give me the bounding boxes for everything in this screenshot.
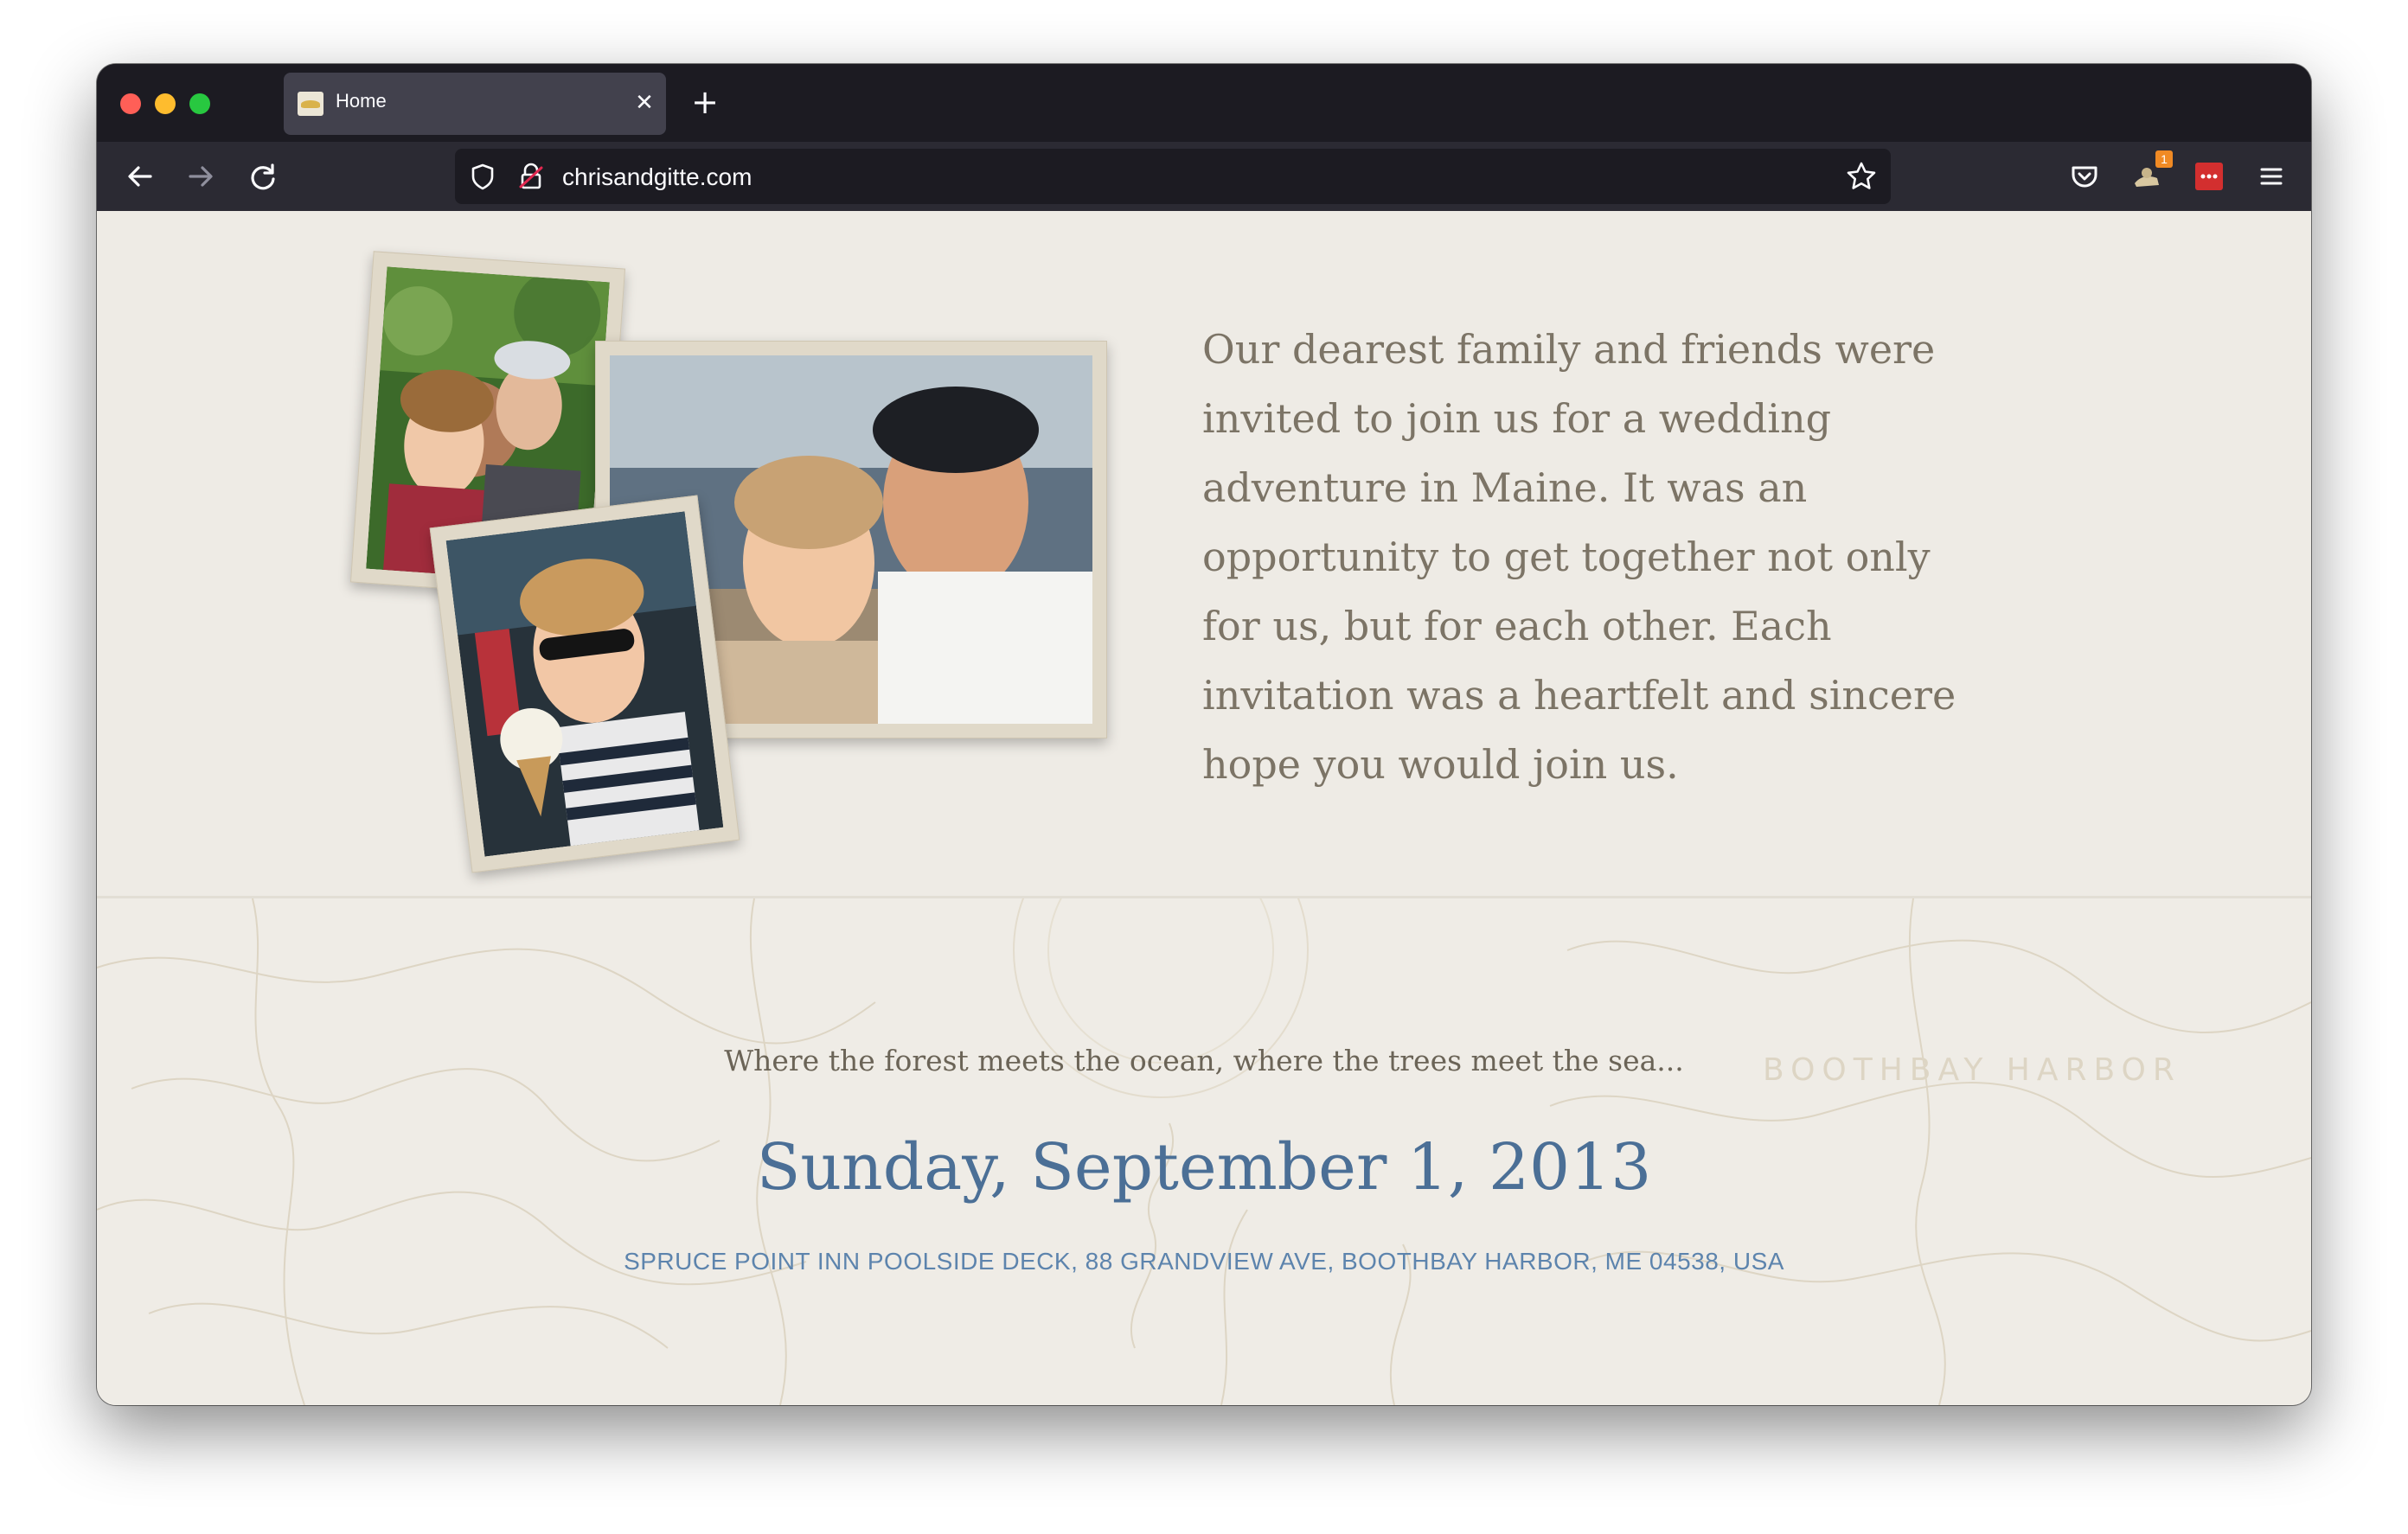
tab-home[interactable]: Home ✕ [284, 73, 666, 135]
ice-cream-image [445, 511, 724, 857]
browser-window: Home ✕ + chrisandgitte.com 1 Our dearest… [97, 64, 2311, 1405]
insecure-lock-icon[interactable] [516, 161, 547, 192]
url-text[interactable]: chrisandgitte.com [562, 163, 752, 191]
tagline: Where the forest meets the ocean, where … [724, 1044, 1684, 1077]
boat-favicon-icon [298, 92, 323, 116]
forward-arrow-icon [189, 166, 213, 187]
hamburger-menu-icon [2260, 168, 2283, 185]
event-details-section: BOOTHBAY HARBOR Where the forest meets t… [97, 898, 2311, 1405]
zoom-window-button[interactable] [189, 93, 210, 114]
new-tab-button[interactable]: + [685, 83, 725, 123]
extension-badge: 1 [2155, 150, 2173, 168]
intro-section: Our dearest family and friends were invi… [97, 211, 2311, 896]
page-content: Our dearest family and friends were invi… [97, 211, 2311, 1405]
navigation-toolbar: chrisandgitte.com 1 [97, 142, 2311, 211]
tab-title: Home [336, 90, 387, 112]
extension-button[interactable]: 1 [2126, 150, 2173, 197]
pocket-icon [2072, 166, 2097, 188]
tab-close-icon[interactable]: ✕ [631, 90, 657, 116]
tab-strip: Home ✕ + [97, 64, 2311, 142]
reload-icon [251, 163, 275, 190]
back-button[interactable] [119, 156, 161, 197]
pocket-button[interactable] [2064, 156, 2105, 197]
app-menu-button[interactable] [2251, 156, 2292, 197]
password-manager-icon [2195, 163, 2223, 190]
minimize-window-button[interactable] [155, 93, 176, 114]
reload-button[interactable] [242, 156, 284, 197]
photo-ice-cream [429, 495, 740, 873]
back-arrow-icon [128, 166, 152, 187]
close-window-button[interactable] [120, 93, 141, 114]
address-bar[interactable]: chrisandgitte.com [455, 149, 1891, 204]
bookmark-star-icon[interactable] [1844, 159, 1879, 194]
forward-button[interactable] [180, 156, 221, 197]
venue-address: SPRUCE POINT INN POOLSIDE DECK, 88 GRAND… [624, 1248, 1784, 1275]
intro-paragraph: Our dearest family and friends were invi… [1202, 326, 1956, 788]
password-manager-button[interactable] [2188, 156, 2230, 197]
tracking-protection-shield-icon[interactable] [467, 161, 498, 192]
wedding-date: Sunday, September 1, 2013 [756, 1130, 1652, 1205]
